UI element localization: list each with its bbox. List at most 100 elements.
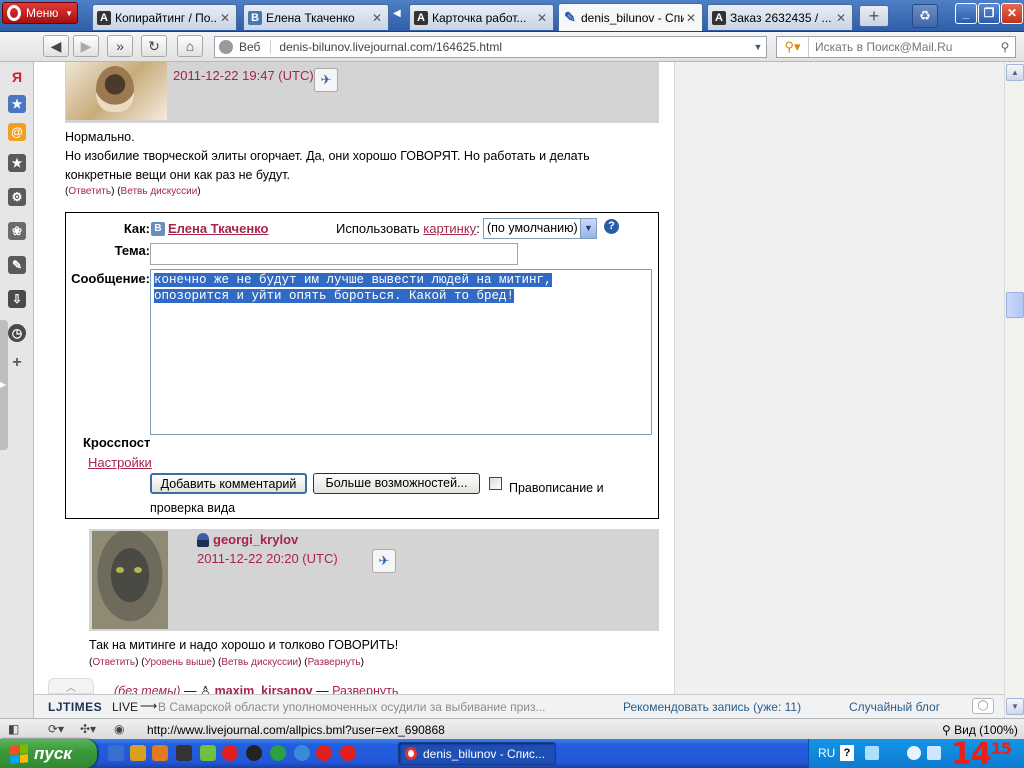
- pin-icon[interactable]: ✈: [314, 68, 338, 92]
- page-scrollbar[interactable]: ▲ ▼: [1004, 62, 1024, 718]
- spellcheck-checkbox[interactable]: [489, 477, 502, 490]
- app-icon[interactable]: [200, 745, 216, 761]
- scroll-thumb[interactable]: [1006, 292, 1024, 318]
- thread-link[interactable]: Ветвь дискуссии: [121, 186, 198, 197]
- user-name-link[interactable]: Елена Ткаченко: [168, 221, 268, 236]
- tab-scroll-left-icon[interactable]: ◀: [393, 8, 405, 26]
- tray-expand-icon[interactable]: [907, 746, 921, 760]
- start-button[interactable]: пуск: [0, 739, 97, 768]
- tab-close-icon[interactable]: ✕: [535, 11, 549, 25]
- language-indicator[interactable]: RU: [818, 746, 835, 760]
- taskbar-item-opera[interactable]: denis_bilunov - Спис...: [398, 742, 556, 765]
- comment-subject-link[interactable]: (без темы): [114, 684, 180, 694]
- search-input[interactable]: [809, 40, 995, 54]
- tab-denis-bilunov[interactable]: ✎ denis_bilunov - Спи... ✕: [558, 3, 703, 31]
- pin-icon[interactable]: ✈: [372, 549, 396, 573]
- firefox-icon[interactable]: [152, 745, 168, 761]
- tab-close-icon[interactable]: ✕: [218, 11, 232, 25]
- opera-icon[interactable]: [222, 745, 238, 761]
- user-icon[interactable]: [197, 532, 209, 547]
- scroll-up-icon[interactable]: ▲: [1006, 64, 1024, 81]
- folder-icon[interactable]: [130, 745, 146, 761]
- settings-link[interactable]: Настройки: [88, 455, 152, 470]
- chevron-up-icon[interactable]: ︿: [48, 678, 94, 694]
- scroll-down-icon[interactable]: ▼: [1006, 698, 1024, 715]
- recommend-link[interactable]: Рекомендовать запись (уже: 11): [623, 700, 801, 714]
- skype-icon[interactable]: [294, 745, 310, 761]
- panel-toggle-handle[interactable]: ▶: [0, 320, 8, 450]
- back-button[interactable]: ◀: [43, 35, 69, 57]
- userpic-select[interactable]: (по умолчанию) ▼: [483, 218, 597, 239]
- network-icon[interactable]: [865, 746, 879, 760]
- reply-link[interactable]: Ответить: [68, 186, 111, 197]
- ie-icon[interactable]: [108, 745, 124, 761]
- author-link[interactable]: georgi_krylov: [213, 532, 298, 547]
- tab-close-icon[interactable]: ✕: [684, 11, 698, 25]
- minimize-button[interactable]: _: [955, 3, 977, 24]
- widgets-icon[interactable]: ❀: [8, 222, 26, 240]
- opera-icon[interactable]: [340, 745, 356, 761]
- ljtimes-headline-link[interactable]: В Самарской области уполномоченных осуди…: [158, 700, 598, 714]
- address-url[interactable]: denis-bilunov.livejournal.com/164625.htm…: [279, 40, 750, 54]
- thread-link[interactable]: Ветвь дискуссии: [221, 657, 298, 668]
- tab-work-card[interactable]: A Карточка работ... ✕: [409, 4, 554, 30]
- notes-page-icon[interactable]: ✎: [8, 256, 26, 274]
- close-icon[interactable]: ◯: [972, 698, 994, 714]
- add-panel-icon[interactable]: +: [8, 354, 26, 372]
- comment-date[interactable]: 2011-12-22 19:47 (UTC): [173, 68, 314, 83]
- fast-forward-button[interactable]: »: [107, 35, 133, 57]
- tab-elena-tkachenko[interactable]: B Елена Ткаченко ✕: [243, 4, 389, 30]
- reload-button[interactable]: ↻: [141, 35, 167, 57]
- chevron-down-icon[interactable]: ▼: [750, 42, 766, 52]
- add-comment-button[interactable]: Добавить комментарий: [150, 473, 307, 494]
- search-box[interactable]: ⚲▾ ⚲: [776, 36, 1016, 58]
- wordpress-icon[interactable]: [270, 745, 286, 761]
- turbo-icon[interactable]: ✣▾: [80, 722, 96, 736]
- comment-date[interactable]: 2011-12-22 20:20 (UTC): [197, 551, 338, 566]
- gear-icon[interactable]: ⚙: [8, 188, 26, 206]
- message-textarea[interactable]: конечно же не будут им лучше вывести люд…: [150, 269, 652, 435]
- history-icon[interactable]: ◷: [8, 324, 26, 342]
- sync-icon[interactable]: ⟳▾: [48, 722, 64, 736]
- yandex-icon[interactable]: Я: [8, 68, 26, 86]
- address-bar[interactable]: Веб denis-bilunov.livejournal.com/164625…: [214, 36, 767, 58]
- chevron-down-icon[interactable]: ▼: [580, 219, 596, 238]
- tab-close-icon[interactable]: ✕: [370, 11, 384, 25]
- ladybug-icon[interactable]: [246, 745, 262, 761]
- tab-close-icon[interactable]: ✕: [834, 11, 848, 25]
- help-icon[interactable]: ?: [840, 745, 854, 761]
- search-engine-icon[interactable]: ⚲▾: [777, 37, 809, 57]
- opera-icon[interactable]: [316, 745, 332, 761]
- media-icon[interactable]: [176, 745, 192, 761]
- tab-order[interactable]: A Заказ 2632435 / ... ✕: [707, 4, 853, 30]
- tab-copywriting[interactable]: A Копирайтинг / По... ✕: [92, 4, 237, 30]
- author-link[interactable]: maxim_kirsanov: [215, 684, 313, 694]
- clock[interactable]: 1415: [951, 737, 1012, 768]
- downloads-icon[interactable]: ⇩: [8, 290, 26, 308]
- help-icon[interactable]: ?: [604, 219, 619, 234]
- panel-toggle-icon[interactable]: ◧: [8, 722, 19, 736]
- search-icon[interactable]: ⚲: [995, 40, 1015, 54]
- avatar[interactable]: [66, 62, 167, 120]
- trash-icon[interactable]: ♻: [912, 4, 938, 28]
- new-tab-button[interactable]: +: [859, 5, 889, 27]
- parent-link[interactable]: Уровень выше: [145, 657, 212, 668]
- expand-link[interactable]: Развернуть: [332, 684, 398, 694]
- subject-input[interactable]: [150, 243, 518, 265]
- display-icon[interactable]: [927, 746, 941, 760]
- opera-menu-button[interactable]: Меню ▼: [2, 2, 78, 24]
- mail-icon[interactable]: @: [8, 123, 26, 141]
- avatar[interactable]: [92, 531, 168, 629]
- close-window-button[interactable]: ✕: [1001, 3, 1023, 24]
- ljtimes-logo[interactable]: LJTIMES: [48, 700, 102, 714]
- forward-button[interactable]: ▶: [73, 35, 99, 57]
- more-options-button[interactable]: Больше возможностей...: [313, 473, 480, 494]
- zoom-level[interactable]: ⚲ Вид (100%): [942, 723, 1018, 737]
- bookmarks-icon[interactable]: ★: [8, 95, 26, 113]
- expand-link[interactable]: Развернуть: [308, 657, 361, 668]
- maximize-button[interactable]: ❐: [978, 3, 1000, 24]
- home-button[interactable]: ⌂: [177, 35, 203, 57]
- security-icon[interactable]: ◉: [114, 722, 124, 736]
- random-blog-link[interactable]: Случайный блог: [849, 700, 940, 714]
- notes-icon[interactable]: ★: [8, 154, 26, 172]
